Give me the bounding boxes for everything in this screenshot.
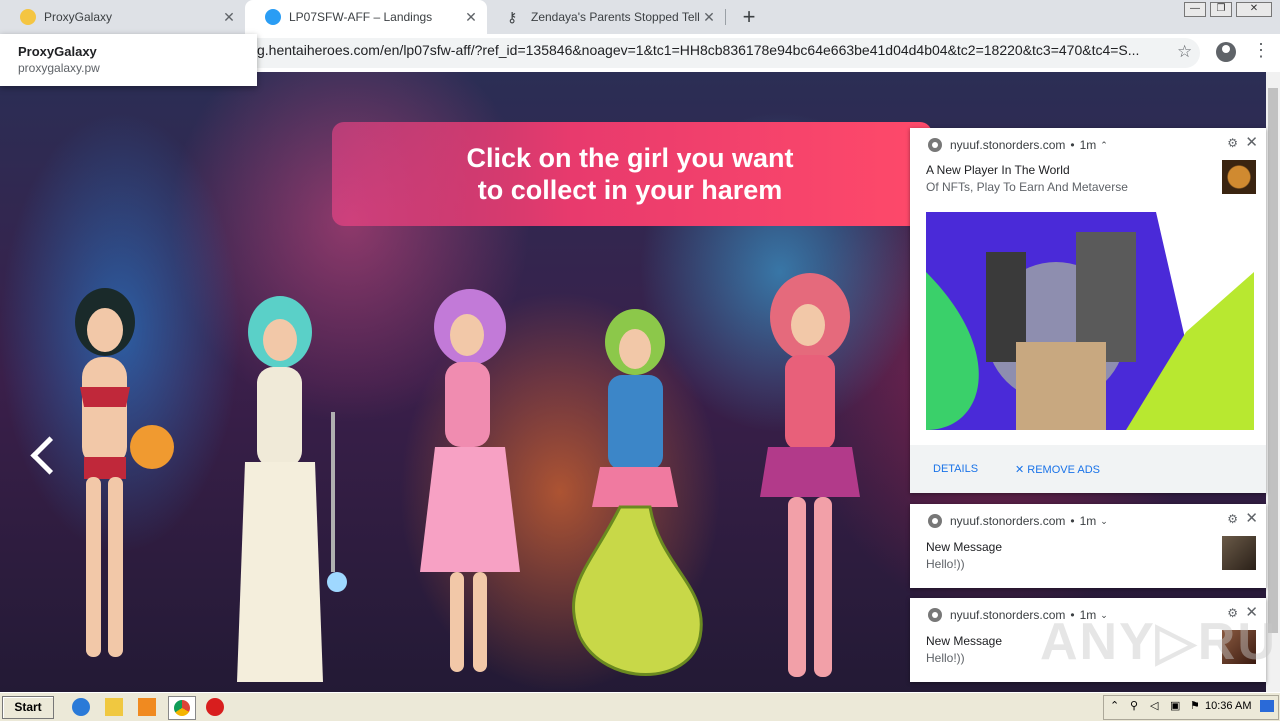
url-text[interactable]: g.hentaiheroes.com/en/lp07sfw-aff/?ref_i…	[257, 42, 1157, 58]
close-window-button[interactable]: ✕	[1236, 2, 1272, 17]
new-tab-button[interactable]: +	[736, 4, 762, 30]
notification-body: Hello!))	[926, 557, 965, 571]
bookmark-star-icon[interactable]: ☆	[1177, 42, 1192, 62]
start-button[interactable]: Start	[2, 696, 54, 719]
tab-title: LP07SFW-AFF – Landings	[289, 10, 433, 24]
tab-title: ProxyGalaxy	[44, 10, 113, 24]
tab-title: Zendaya's Parents Stopped Telling H	[531, 10, 699, 24]
details-button[interactable]: DETAILS	[933, 463, 978, 475]
volume-icon[interactable]: ◁	[1150, 699, 1158, 712]
anyrun-watermark: ANY▷RUN	[1040, 613, 1280, 671]
notification-time: 1m	[1079, 514, 1097, 528]
remove-ads-button[interactable]: ✕ REMOVE ADS	[1015, 463, 1100, 476]
tray-expand-icon[interactable]: ⌃	[1110, 699, 1119, 712]
close-icon[interactable]: ✕	[1245, 509, 1258, 527]
folder-icon[interactable]	[105, 698, 123, 716]
notification-card[interactable]: nyuuf.stonorders.com • 1m ⌄ ⚙ ✕ New Mess…	[910, 504, 1266, 588]
character-3[interactable]	[405, 287, 545, 687]
character-5[interactable]	[740, 267, 890, 687]
tab-close-icon[interactable]: ✕	[219, 9, 239, 26]
notification-origin: nyuuf.stonorders.com	[950, 514, 1066, 528]
notification-image	[926, 212, 1254, 430]
character-4[interactable]	[550, 307, 725, 692]
character-1[interactable]	[30, 282, 190, 692]
banner-text: Click on the girl you want to collect in…	[440, 142, 820, 206]
notification-time: 1m	[1079, 138, 1097, 152]
close-icon[interactable]: ✕	[1245, 133, 1258, 151]
banner-line-1: Click on the girl you want	[466, 143, 794, 173]
media-player-icon[interactable]	[138, 698, 156, 716]
tab-close-icon[interactable]: ✕	[461, 9, 481, 26]
notification-header: nyuuf.stonorders.com • 1m ⌃	[928, 138, 1108, 152]
dot-separator: •	[1070, 138, 1075, 152]
hover-card-url: proxygalaxy.pw	[18, 61, 100, 75]
chevron-down-icon[interactable]: ⌄	[1100, 516, 1108, 527]
notification-title: A New Player In The World	[926, 163, 1070, 177]
chrome-icon	[928, 138, 942, 152]
tab-close-icon[interactable]: ✕	[699, 9, 719, 26]
ie-icon[interactable]	[72, 698, 90, 716]
minimize-button[interactable]: —	[1184, 2, 1206, 17]
notification-title: New Message	[926, 540, 1003, 554]
notification-title: New Message	[926, 634, 1003, 648]
bitcoin-thumbnail	[1222, 160, 1256, 194]
start-label: Start	[14, 700, 42, 714]
notification-header: nyuuf.stonorders.com • 1m ⌄	[928, 514, 1108, 528]
banner-line-2: to collect in your harem	[477, 175, 783, 205]
proxygalaxy-favicon-icon	[20, 9, 36, 25]
taskbar: Start ⌃ ⚲ ◁ ▣ ⚑ 10:36 AM	[0, 692, 1280, 721]
key-icon: ⚷	[507, 9, 518, 25]
hh-favicon-icon	[265, 9, 281, 25]
chrome-icon	[928, 514, 942, 528]
profile-icon[interactable]	[1216, 42, 1236, 62]
notification-card[interactable]: nyuuf.stonorders.com • 1m ⌃ ⚙ ✕ A New Pl…	[910, 128, 1266, 493]
battery-icon[interactable]: ▣	[1170, 699, 1180, 712]
scrollbar-thumb[interactable]	[1268, 88, 1278, 633]
tab-proxygalaxy[interactable]: ProxyGalaxy ✕	[0, 0, 245, 34]
maximize-button[interactable]: ❐	[1210, 2, 1232, 17]
notification-origin: nyuuf.stonorders.com	[950, 138, 1066, 152]
dot-separator: •	[1070, 514, 1075, 528]
hover-card-title: ProxyGalaxy	[18, 44, 97, 59]
avatar-thumbnail	[1222, 536, 1256, 570]
clock[interactable]: 10:36 AM	[1205, 700, 1251, 712]
notification-body: Hello!))	[926, 651, 965, 665]
tab-separator	[725, 9, 726, 25]
gear-icon[interactable]: ⚙	[1227, 136, 1238, 150]
chevron-up-icon[interactable]: ⌃	[1100, 140, 1108, 151]
gear-icon[interactable]: ⚙	[1227, 512, 1238, 526]
stop-icon[interactable]	[206, 698, 224, 716]
system-tray: ⌃ ⚲ ◁ ▣ ⚑	[1103, 695, 1279, 720]
tab-zendaya[interactable]: ⚷ Zendaya's Parents Stopped Telling H ✕	[487, 0, 725, 34]
notification-body: Of NFTs, Play To Earn And Metaverse	[926, 180, 1128, 194]
notification-actions: DETAILS ✕ REMOVE ADS	[910, 445, 1266, 493]
character-2[interactable]	[215, 292, 355, 692]
flag-icon[interactable]: ⚑	[1190, 699, 1200, 712]
chrome-icon	[928, 608, 942, 622]
chrome-taskbar-button[interactable]	[168, 696, 196, 720]
show-desktop-icon[interactable]	[1260, 700, 1274, 712]
tab-strip: ProxyGalaxy ✕ LP07SFW-AFF – Landings ✕ ⚷…	[0, 0, 1280, 34]
chrome-icon	[174, 700, 190, 716]
tab-landings[interactable]: LP07SFW-AFF – Landings ✕	[245, 0, 487, 34]
network-icon[interactable]: ⚲	[1130, 699, 1138, 712]
menu-icon[interactable]: ⋮	[1252, 40, 1270, 60]
tab-hover-card: ProxyGalaxy proxygalaxy.pw	[0, 34, 257, 86]
